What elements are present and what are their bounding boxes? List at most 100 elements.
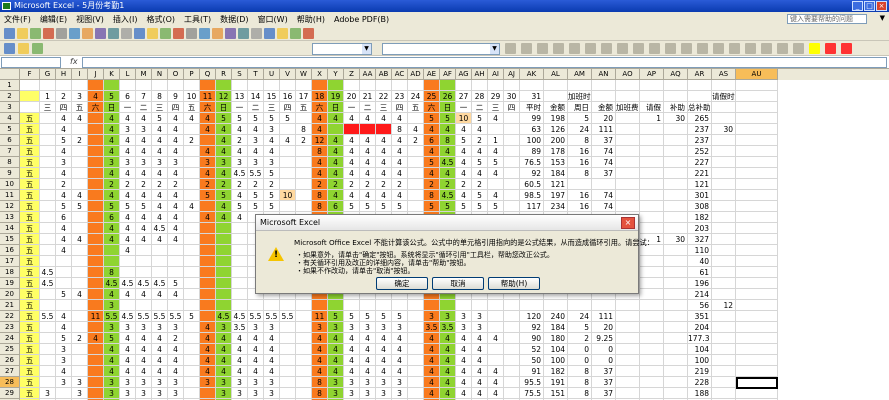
format-button-icon[interactable] — [601, 43, 612, 54]
cell-am5[interactable]: 24 — [568, 124, 592, 135]
toolbar-button-icon[interactable] — [69, 28, 80, 39]
column-header-g[interactable]: G — [40, 69, 56, 80]
row-header[interactable]: 14 — [0, 223, 20, 234]
cell-p7[interactable] — [184, 146, 200, 157]
cell-n5[interactable]: 4 — [152, 124, 168, 135]
cell-y6[interactable]: 4 — [328, 135, 344, 146]
cell-ak3[interactable]: 平时 — [520, 102, 544, 113]
row-header[interactable]: 13 — [0, 212, 20, 223]
cell-u10[interactable]: 2 — [264, 179, 280, 190]
cell-r8[interactable]: 3 — [216, 157, 232, 168]
cell-h11[interactable]: 4 — [56, 190, 72, 201]
cell-f13[interactable]: 五 — [20, 212, 40, 223]
cell-x21[interactable] — [312, 300, 328, 311]
cell-m17[interactable] — [136, 256, 152, 267]
cell-g22[interactable]: 5.5 — [40, 311, 56, 322]
cell-am4[interactable]: 5 — [568, 113, 592, 124]
cell-ab2[interactable]: 22 — [376, 91, 392, 102]
cell-h8[interactable]: 3 — [56, 157, 72, 168]
row-header[interactable]: 19 — [0, 278, 20, 289]
column-header-ak[interactable]: AK — [520, 69, 544, 80]
column-header-ab[interactable]: AB — [376, 69, 392, 80]
cell-af29[interactable]: 4 — [440, 388, 456, 399]
cell-l18[interactable] — [120, 267, 136, 278]
cell-aq21[interactable] — [664, 300, 688, 311]
cell-as6[interactable] — [712, 135, 736, 146]
cell-ak22[interactable]: 120 — [520, 311, 544, 322]
cell-i12[interactable]: 5 — [72, 201, 88, 212]
cell-n23[interactable]: 3 — [152, 322, 168, 333]
cell-h22[interactable]: 4 — [56, 311, 72, 322]
cell-z1[interactable] — [344, 80, 360, 91]
cell-ag8[interactable]: 4 — [456, 157, 472, 168]
cell-n28[interactable]: 3 — [152, 377, 168, 388]
cell-w1[interactable] — [296, 80, 312, 91]
cell-ac12[interactable]: 5 — [392, 201, 408, 212]
cell-aq5[interactable] — [664, 124, 688, 135]
cell-au26[interactable] — [736, 355, 778, 366]
cell-y4[interactable]: 4 — [328, 113, 344, 124]
cell-l24[interactable]: 4 — [120, 333, 136, 344]
cell-g12[interactable] — [40, 201, 56, 212]
cell-as13[interactable] — [712, 212, 736, 223]
cell-ac21[interactable] — [392, 300, 408, 311]
cell-q6[interactable] — [200, 135, 216, 146]
cell-f20[interactable]: 五 — [20, 289, 40, 300]
cell-y10[interactable]: 2 — [328, 179, 344, 190]
cell-ab27[interactable]: 4 — [376, 366, 392, 377]
cell-x28[interactable]: 8 — [312, 377, 328, 388]
cell-as29[interactable] — [712, 388, 736, 399]
cell-r4[interactable]: 5 — [216, 113, 232, 124]
cell-w22[interactable] — [296, 311, 312, 322]
cell-m25[interactable]: 4 — [136, 344, 152, 355]
cell-n25[interactable]: 4 — [152, 344, 168, 355]
cell-ae9[interactable]: 4 — [424, 168, 440, 179]
cell-ag28[interactable]: 4 — [456, 377, 472, 388]
cell-o12[interactable]: 4 — [168, 201, 184, 212]
cell-k16[interactable] — [104, 245, 120, 256]
cell-n20[interactable]: 4 — [152, 289, 168, 300]
cell-p26[interactable] — [184, 355, 200, 366]
cell-ac6[interactable]: 4 — [392, 135, 408, 146]
cell-aa2[interactable]: 21 — [360, 91, 376, 102]
cell-w2[interactable]: 17 — [296, 91, 312, 102]
cell-ag5[interactable]: 4 — [456, 124, 472, 135]
cell-al27[interactable]: 182 — [544, 366, 568, 377]
cell-as20[interactable] — [712, 289, 736, 300]
format-button-icon[interactable] — [505, 43, 516, 54]
cell-x3[interactable]: 六 — [312, 102, 328, 113]
cell-au2[interactable] — [736, 91, 778, 102]
cell-p2[interactable]: 10 — [184, 91, 200, 102]
column-header-f[interactable]: F — [20, 69, 40, 80]
cell-f12[interactable]: 五 — [20, 201, 40, 212]
cell-ad27[interactable] — [408, 366, 424, 377]
toolbar-button-icon[interactable] — [95, 28, 106, 39]
cell-u4[interactable]: 5 — [264, 113, 280, 124]
cell-ah3[interactable]: 二 — [472, 102, 488, 113]
toolbar-button-icon[interactable] — [186, 28, 197, 39]
cell-ai26[interactable] — [488, 355, 504, 366]
cell-ag2[interactable]: 27 — [456, 91, 472, 102]
cell-au8[interactable] — [736, 157, 778, 168]
cell-ah24[interactable]: 4 — [472, 333, 488, 344]
cell-r6[interactable]: 4 — [216, 135, 232, 146]
cell-q27[interactable]: 4 — [200, 366, 216, 377]
cell-s12[interactable]: 5 — [232, 201, 248, 212]
cell-ao10[interactable] — [616, 179, 640, 190]
cell-ag24[interactable]: 4 — [456, 333, 472, 344]
cell-au11[interactable] — [736, 190, 778, 201]
cell-al29[interactable]: 151 — [544, 388, 568, 399]
cell-aq22[interactable] — [664, 311, 688, 322]
cell-g28[interactable] — [40, 377, 56, 388]
cell-af5[interactable]: 4 — [440, 124, 456, 135]
cell-r23[interactable]: 3 — [216, 322, 232, 333]
cell-ad25[interactable] — [408, 344, 424, 355]
row-header[interactable]: 20 — [0, 289, 20, 300]
cell-ao23[interactable] — [616, 322, 640, 333]
column-header-x[interactable]: X — [312, 69, 328, 80]
cell-ai12[interactable]: 5 — [488, 201, 504, 212]
cell-j23[interactable] — [88, 322, 104, 333]
cell-x5[interactable]: 4 — [312, 124, 328, 135]
cell-u24[interactable]: 4 — [264, 333, 280, 344]
cell-au16[interactable] — [736, 245, 778, 256]
